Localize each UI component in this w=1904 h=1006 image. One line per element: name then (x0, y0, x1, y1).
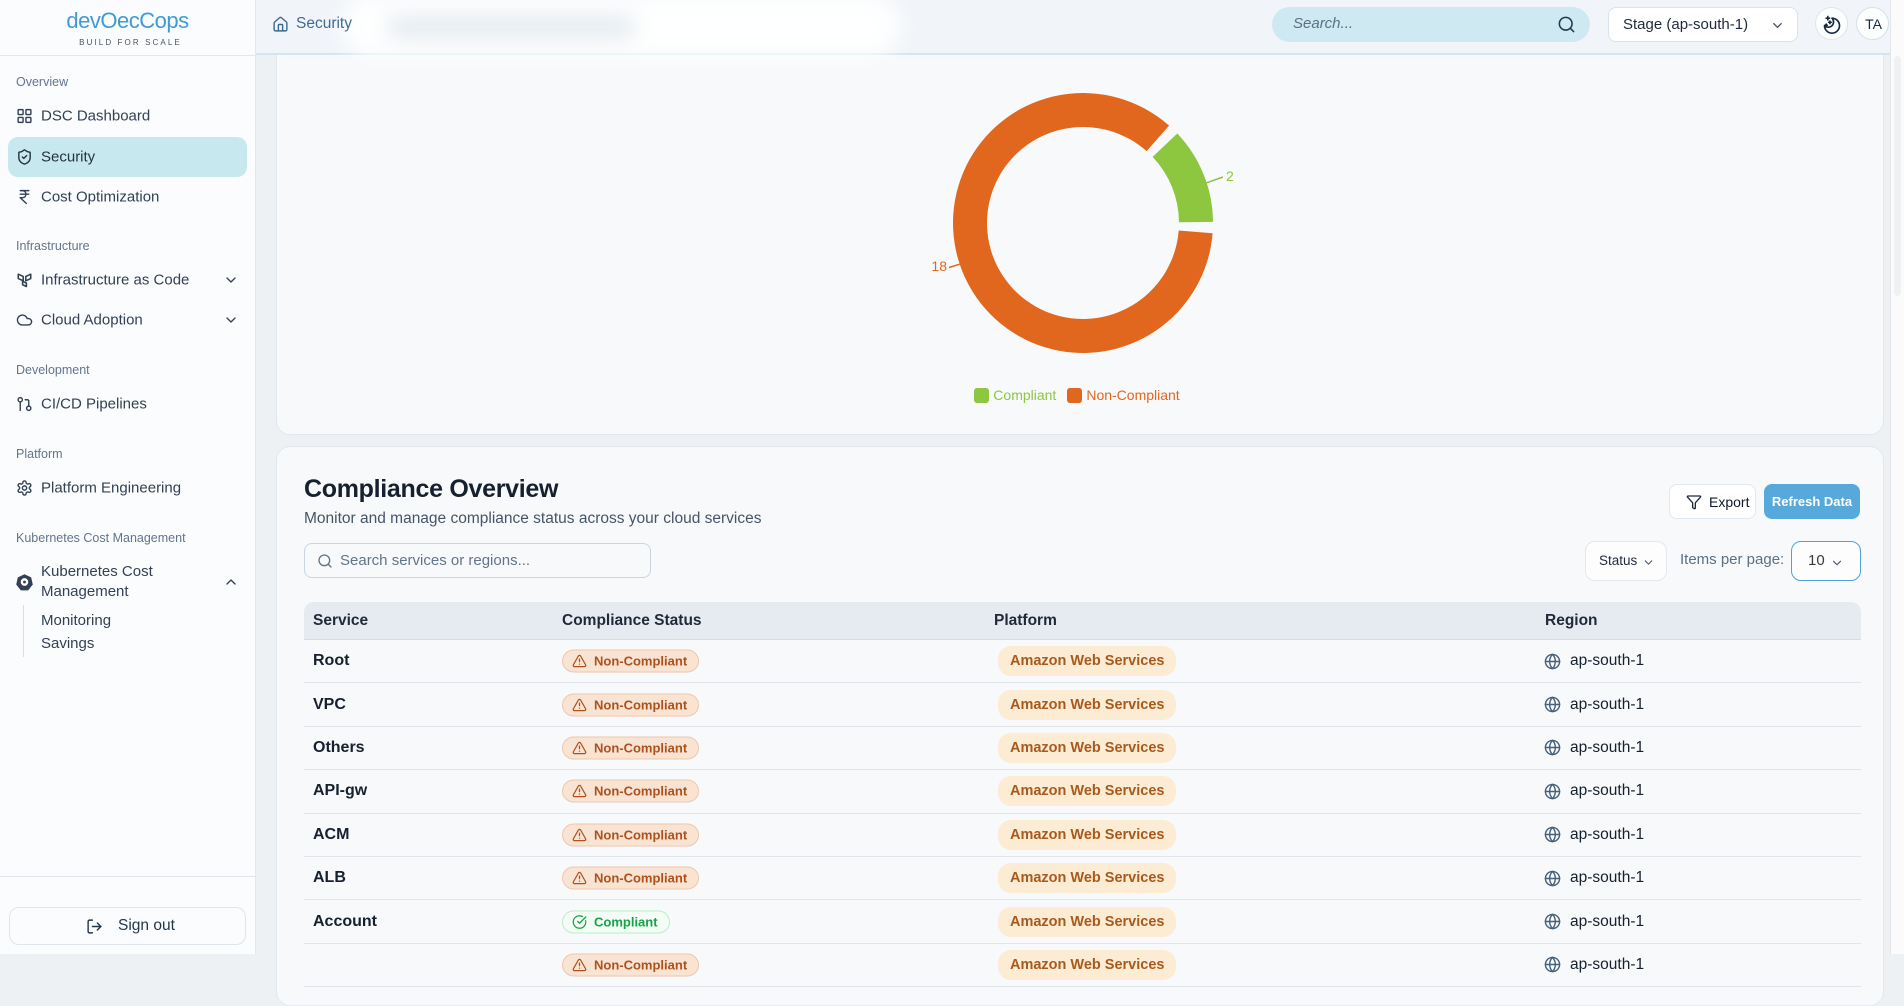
svg-text:18: 18 (931, 258, 947, 274)
svg-text:2: 2 (1226, 168, 1234, 184)
